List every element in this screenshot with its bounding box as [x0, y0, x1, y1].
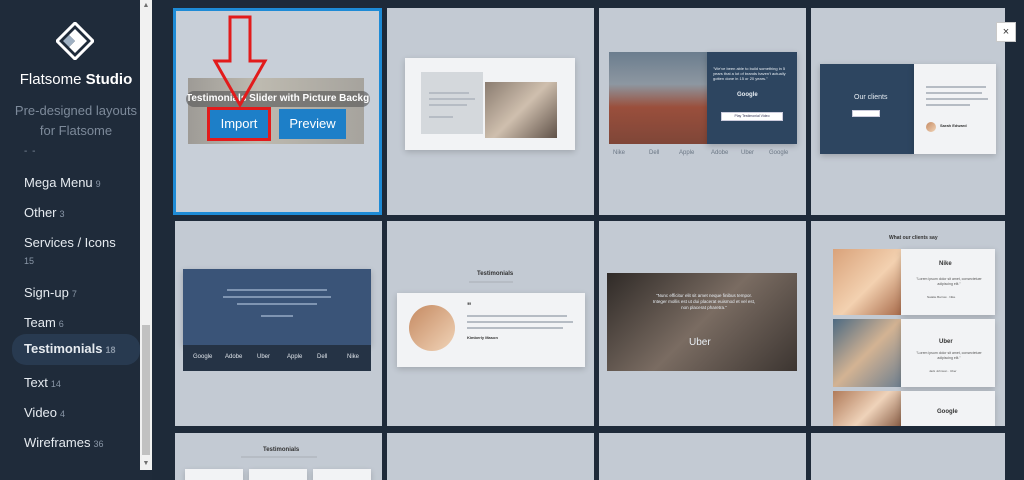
- brand-nike: Nike: [939, 261, 952, 267]
- quote-text: "Nunc efficitur elit sit amet neque fini…: [652, 293, 756, 310]
- logo-uber: Uber: [257, 354, 271, 360]
- section-title: Testimonials: [477, 271, 514, 277]
- flatsome-studio-modal: Flatsome Studio Pre-designed layouts for…: [0, 0, 1024, 480]
- category-text[interactable]: Text 14: [12, 370, 140, 397]
- template-tile-8[interactable]: What our clients say Nike "Lorem ipsum d…: [811, 221, 1005, 426]
- close-button[interactable]: ×: [996, 22, 1016, 42]
- avatar: [409, 305, 455, 351]
- category-services-icons[interactable]: Services / Icons 15: [12, 230, 140, 274]
- annotation-highlight-box: [207, 107, 271, 141]
- partial-category-label: - -: [24, 146, 37, 157]
- logo-google: Google: [769, 150, 789, 156]
- quote-mark-icon: ": [467, 301, 472, 311]
- street-photo: [609, 52, 707, 144]
- scroll-down-arrow-icon[interactable]: ▼: [140, 458, 152, 470]
- preview-button[interactable]: Preview: [279, 109, 346, 139]
- template-tile-10[interactable]: [387, 433, 594, 480]
- category-team[interactable]: Team 6: [12, 310, 140, 337]
- logo-adobe: Adobe: [225, 354, 243, 360]
- section-title: What our clients say: [889, 235, 938, 241]
- category-video[interactable]: Video 4: [12, 400, 140, 427]
- quote-text: "Lorem ipsum dolor sit amet, consectetue…: [916, 277, 982, 286]
- quote-text: "Lorem ipsum dolor sit amet, consectetue…: [916, 351, 982, 360]
- template-tile-6[interactable]: Testimonials " Kimberly Mason: [387, 221, 594, 426]
- flatsome-logo-icon: [56, 22, 94, 60]
- tagline: Pre-designed layouts for Flatsome: [14, 103, 138, 138]
- person-photo: [833, 319, 901, 387]
- play-video-button: Play Testimonial Video: [721, 112, 783, 121]
- testimonial-panel: Sarah Edward: [914, 64, 996, 154]
- logo-dell: Dell: [317, 354, 328, 360]
- scroll-up-arrow-icon[interactable]: ▲: [140, 0, 152, 12]
- author-name: Natalie Barrow · Nike: [927, 295, 956, 299]
- brand-name: Flatsome Studio: [19, 71, 133, 88]
- testimonial-card: " Kimberly Mason: [397, 293, 585, 367]
- person-photo: [485, 82, 557, 138]
- sidebar-scrollbar[interactable]: ▲ ▼: [140, 0, 152, 470]
- annotation-arrow-icon: [212, 15, 268, 107]
- author-name: Kimberly Mason: [467, 335, 498, 340]
- avatar: [926, 122, 936, 132]
- brand-google: Google: [937, 409, 958, 415]
- author-name: Jack Johnson · Uber: [929, 369, 957, 373]
- logo-uber: Uber: [741, 150, 755, 156]
- template-tile-11[interactable]: [599, 433, 806, 480]
- quote-text: "We've been able to build something in 5…: [713, 66, 786, 81]
- category-mega-menu[interactable]: Mega Menu 9: [12, 170, 140, 197]
- testimonial-card: Google: [901, 391, 995, 426]
- quote-brand: Uber: [689, 337, 711, 348]
- logo-apple: Apple: [287, 354, 303, 360]
- category-other[interactable]: Other 3: [12, 200, 140, 227]
- person-photo: [833, 391, 901, 426]
- template-tile-12[interactable]: [811, 433, 1005, 480]
- quote-brand: Google: [737, 92, 758, 98]
- template-tile-4[interactable]: Our clients Sarah Edward: [811, 8, 1005, 215]
- logo-adobe: Adobe: [711, 150, 729, 156]
- category-testimonials[interactable]: Testimonials 18: [12, 334, 140, 365]
- template-tile-5[interactable]: Google Adobe Uber Apple Dell Nike: [175, 221, 382, 426]
- logo-nike: Nike: [347, 354, 360, 360]
- logo-nike: Nike: [613, 150, 626, 156]
- logo-strip: Google Adobe Uber Apple Dell Nike: [183, 345, 371, 371]
- quote-panel: [421, 72, 483, 134]
- template-tile-3[interactable]: "We've been able to build something in 5…: [599, 8, 806, 215]
- clients-panel: Our clients: [820, 64, 914, 154]
- category-sign-up[interactable]: Sign-up 7: [12, 280, 140, 307]
- template-tile-9[interactable]: Testimonials: [175, 433, 382, 480]
- background-photo: "Nunc efficitur elit sit amet neque fini…: [607, 273, 797, 371]
- client-name: Sarah Edward: [940, 123, 967, 128]
- testimonial-card: Uber "Lorem ipsum dolor sit amet, consec…: [901, 319, 995, 387]
- logo-dell: Dell: [649, 150, 660, 156]
- template-tile-2[interactable]: [387, 8, 594, 215]
- template-tile-7[interactable]: "Nunc efficitur elit sit amet neque fini…: [599, 221, 806, 426]
- logo-apple: Apple: [679, 150, 695, 156]
- person-photo: [833, 249, 901, 315]
- logo-google: Google: [193, 354, 213, 360]
- testimonial-card: Nike "Lorem ipsum dolor sit amet, consec…: [901, 249, 995, 315]
- quote-banner: [183, 269, 371, 345]
- category-wireframes[interactable]: Wireframes 36: [12, 430, 140, 457]
- scroll-thumb[interactable]: [142, 325, 150, 455]
- clients-title: Our clients: [854, 94, 888, 101]
- section-title: Testimonials: [263, 447, 300, 453]
- quote-panel: "We've been able to build something in 5…: [707, 52, 797, 144]
- brand-uber: Uber: [939, 339, 953, 345]
- clients-button: [852, 110, 880, 117]
- sidebar: Flatsome Studio Pre-designed layouts for…: [0, 0, 152, 480]
